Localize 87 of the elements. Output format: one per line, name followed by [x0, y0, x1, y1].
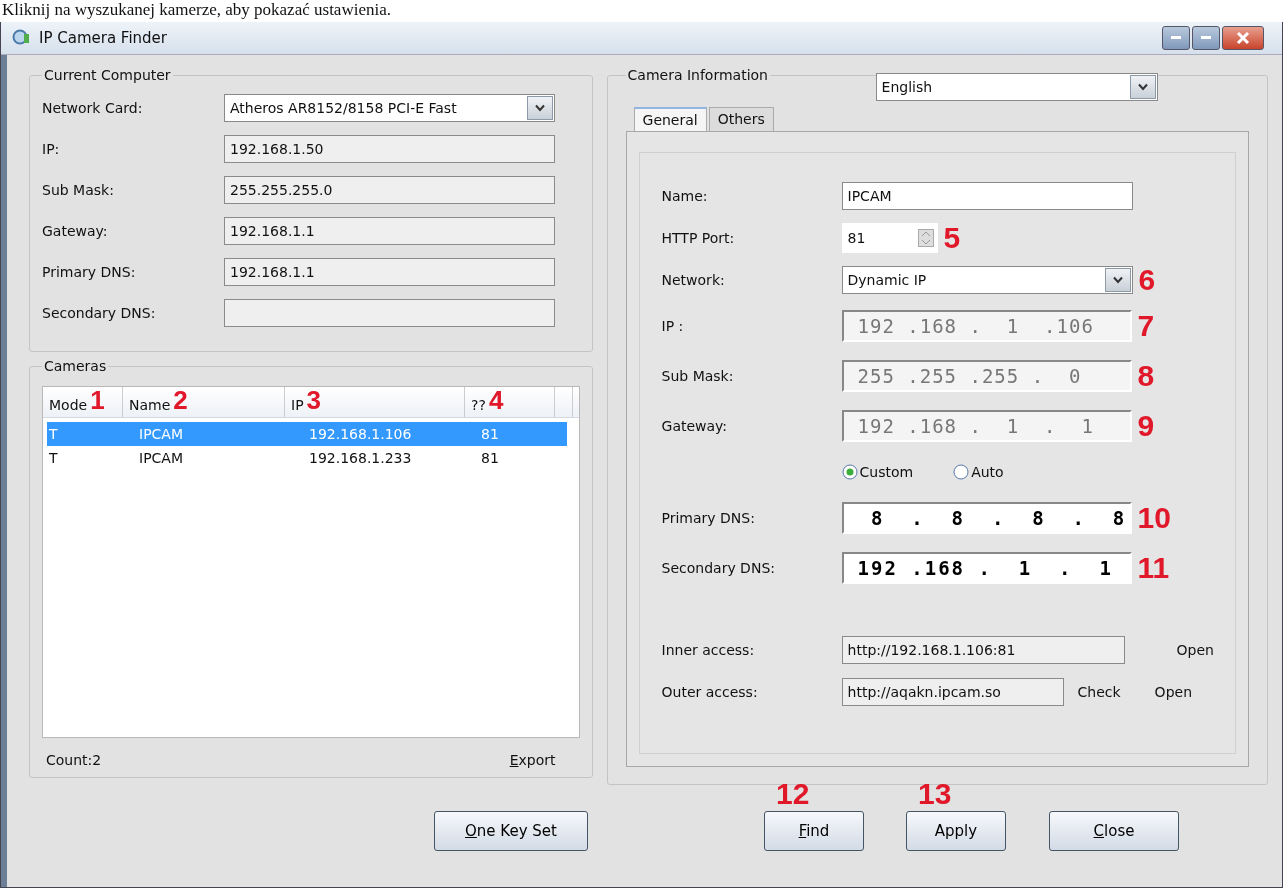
spinner-arrows-icon	[917, 229, 934, 247]
count-text: Count:2	[46, 752, 102, 768]
annotation-number: 5	[943, 223, 961, 253]
close-icon	[1236, 31, 1250, 45]
export-link[interactable]: Export	[509, 752, 556, 768]
dropdown-button[interactable]	[1104, 268, 1131, 292]
field-label: Outer access:	[661, 684, 759, 700]
table-cell-text: IPCAM	[138, 450, 184, 466]
dropdown[interactable]: Dynamic IP	[841, 266, 1133, 294]
language-dropdown[interactable]: English	[875, 73, 1158, 101]
annotation-number: 10	[1137, 503, 1171, 533]
annotation-number: 9	[1137, 411, 1155, 441]
dropdown-button[interactable]	[527, 95, 553, 120]
url-field[interactable]: http://aqakn.ipcam.so	[841, 678, 1064, 706]
field-label: IP :	[661, 318, 685, 334]
annotation-number: 4	[488, 387, 504, 413]
annotation-number: 1	[90, 387, 105, 413]
column-header[interactable]: ??	[471, 397, 486, 413]
field-label: HTTP Port:	[661, 230, 736, 246]
field-label: Primary DNS:	[42, 263, 137, 280]
spin-field[interactable]: 81	[841, 223, 938, 253]
table-cell-text: 81	[480, 450, 500, 466]
field-label: Secondary DNS:	[661, 560, 776, 576]
chevron-down-icon	[535, 103, 545, 112]
input-field[interactable]: IPCAM	[841, 182, 1133, 210]
dialog-button[interactable]: Close	[1049, 811, 1179, 851]
radio-option[interactable]: Auto	[953, 464, 1004, 480]
field-label: Network:	[661, 272, 726, 288]
field-label: IP:	[42, 140, 61, 157]
tab[interactable]: Others	[708, 107, 774, 131]
dialog-button[interactable]: Apply	[906, 811, 1006, 851]
minimize-button[interactable]	[1162, 26, 1190, 50]
annotation-number: 6	[1138, 265, 1156, 295]
annotation-number: 12	[776, 777, 810, 810]
field-label: Name:	[661, 188, 709, 204]
minimize-icon	[1201, 36, 1211, 40]
annotation-number: 7	[1137, 311, 1155, 341]
field-label: Gateway:	[661, 418, 729, 434]
table-cell-text: 192.168.1.233	[308, 450, 413, 466]
chevron-down-icon	[1112, 276, 1123, 284]
table-cell-text: 192.168.1.106	[308, 426, 413, 442]
camera-row[interactable]: T IPCAM 192.168.1.233 81	[47, 446, 567, 470]
annotation-number: 8	[1137, 361, 1155, 391]
table-cell-text: 81	[480, 426, 500, 442]
chevron-down-icon	[1137, 83, 1148, 91]
annotation-number: 11	[1137, 553, 1170, 583]
field-label: Sub Mask:	[42, 181, 115, 198]
field-label: Network Card:	[42, 99, 144, 116]
column-header[interactable]: Name	[129, 397, 171, 413]
field-label: Secondary DNS:	[42, 304, 157, 321]
ip-address-field[interactable]: 8 . 8 . 8 . 8	[841, 502, 1132, 534]
window-title: IP Camera Finder	[39, 29, 168, 47]
action-link[interactable]: Open	[1176, 642, 1214, 658]
dropdown[interactable]: Atheros AR8152/8158 PCI-E Fast	[224, 93, 555, 122]
column-header[interactable]: IP	[291, 397, 304, 413]
input-field[interactable]: 255.255.255.0	[224, 175, 555, 204]
table-cell-text: IPCAM	[138, 426, 184, 442]
input-field[interactable]: 192.168.1.50	[224, 134, 555, 163]
table-cell-text: T	[48, 450, 59, 466]
url-field[interactable]: http://192.168.1.106:81	[841, 636, 1125, 664]
caption-text: Kliknij na wyszukanej kamerze, aby pokazać ustawienia.	[1, 0, 392, 21]
annotation-number: 3	[306, 387, 322, 413]
group-title: Cameras	[43, 358, 108, 374]
input-field[interactable]: 192.168.1.1	[224, 216, 555, 245]
dialog-button[interactable]: One Key Set	[434, 811, 588, 851]
action-link[interactable]: Open	[1154, 684, 1192, 700]
dialog-button[interactable]: Find	[764, 811, 864, 851]
group-title: Camera Information	[626, 67, 769, 83]
action-link[interactable]: Check	[1077, 684, 1121, 700]
close-button[interactable]	[1222, 26, 1264, 50]
annotation-number: 2	[173, 387, 188, 413]
dropdown-button[interactable]	[1129, 75, 1156, 99]
minimize-icon	[1171, 36, 1181, 40]
field-label: Gateway:	[42, 222, 109, 239]
table-cell-text: T	[48, 426, 59, 442]
maximize-button[interactable]	[1192, 26, 1220, 50]
field-label: Sub Mask:	[661, 368, 735, 384]
input-field[interactable]	[224, 298, 555, 327]
ip-address-field[interactable]: 192 .168 . 1 . 1	[841, 552, 1132, 584]
radio-option[interactable]: Custom	[841, 464, 914, 480]
input-field[interactable]: 192.168.1.1	[224, 257, 555, 286]
group-title: Current Computer	[43, 67, 172, 83]
tab[interactable]: General	[633, 107, 707, 131]
field-label: Primary DNS:	[661, 510, 756, 526]
annotation-number: 13	[918, 777, 952, 810]
column-header[interactable]: Mode	[49, 397, 88, 413]
field-label: Inner access:	[661, 642, 756, 658]
